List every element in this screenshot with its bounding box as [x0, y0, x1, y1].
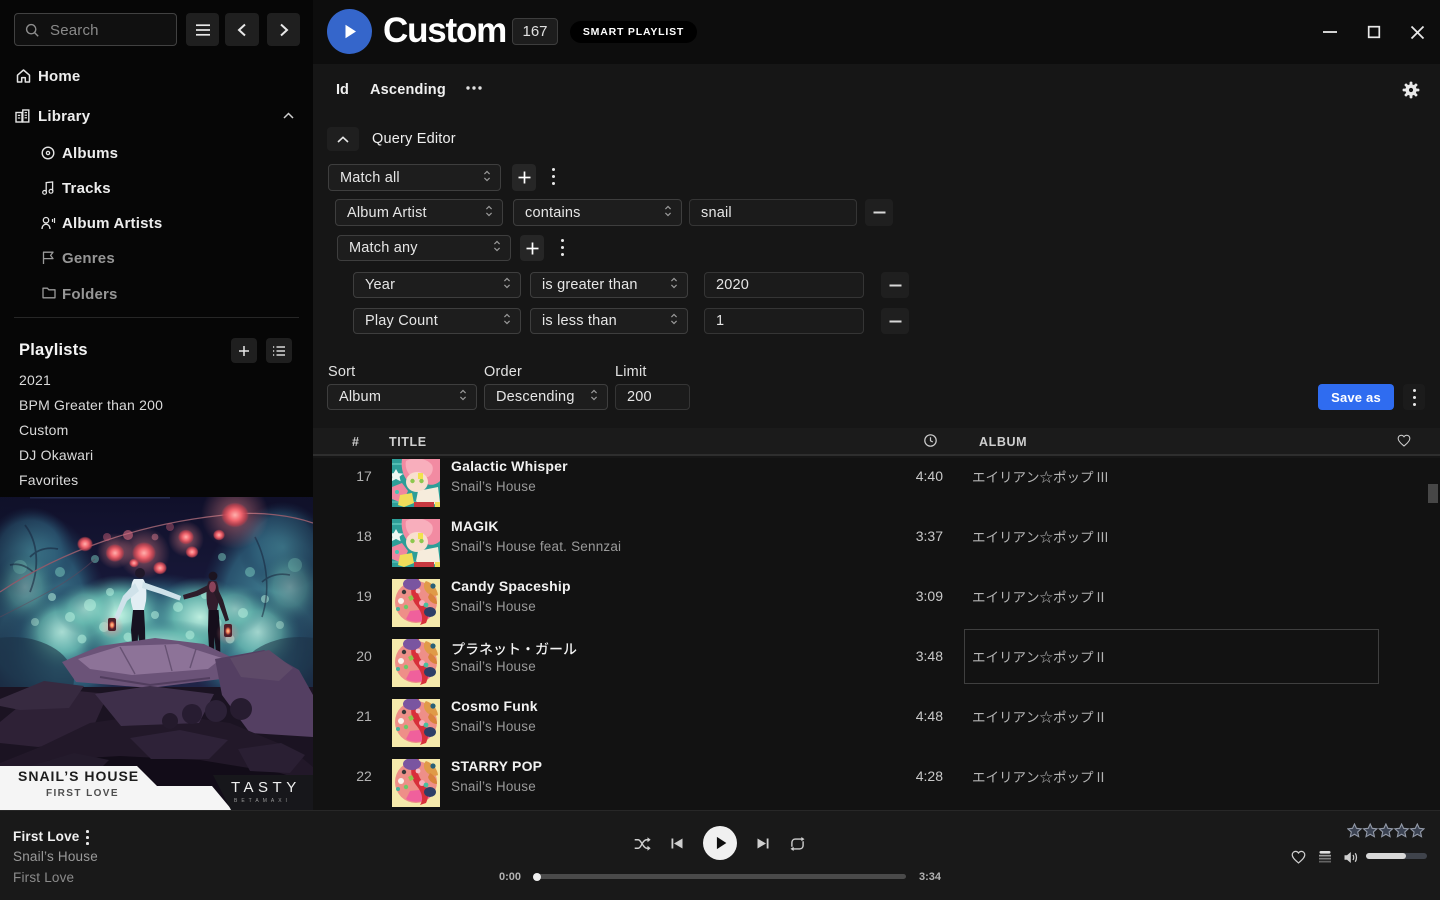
svg-text:SNAIL’S HOUSE: SNAIL’S HOUSE [18, 768, 139, 784]
svg-text:FIRST LOVE: FIRST LOVE [46, 788, 119, 799]
svg-text:BETAMAXI: BETAMAXI [234, 798, 291, 804]
svg-text:TASTY: TASTY [231, 779, 301, 796]
